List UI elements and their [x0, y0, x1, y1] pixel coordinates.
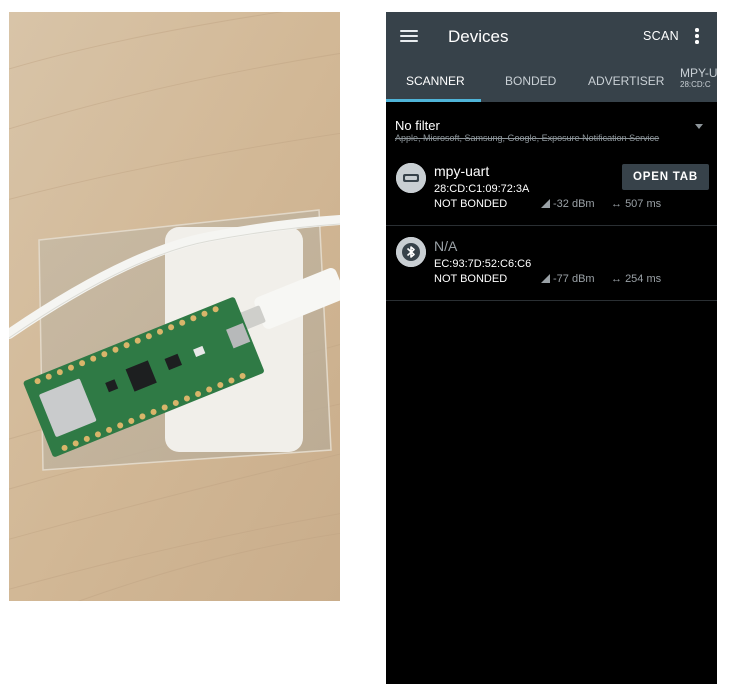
device-address: 28:CD:C1:09:72:3A [434, 183, 530, 195]
board-photo [9, 12, 340, 601]
interval-arrows-icon: ↔ [611, 273, 626, 285]
tab-advertiser[interactable]: ADVERTISER [588, 74, 664, 88]
device-rssi: -32 dBm [541, 198, 595, 210]
device-interval: ↔ 254 ms [611, 273, 661, 285]
tab-mpy-uart-address: 28:CD:C [680, 80, 711, 89]
device-bond-state: NOT BONDED [434, 198, 508, 210]
bluetooth-icon [396, 237, 426, 267]
device-interval: ↔ 507 ms [611, 198, 661, 210]
device-name: N/A [434, 238, 458, 254]
device-bond-state: NOT BONDED [434, 273, 508, 285]
tab-mpy-uart[interactable]: MPY-U 28:CD:C [680, 66, 717, 90]
more-vert-icon[interactable] [691, 28, 703, 46]
hamburger-menu-icon[interactable] [400, 27, 420, 45]
device-name: mpy-uart [434, 163, 490, 179]
device-rssi: -77 dBm [541, 273, 595, 285]
scan-filter[interactable]: No filter Apple, Microsoft, Samsung, Goo… [386, 102, 717, 150]
filter-excluded-list: Apple, Microsoft, Samsung, Google, Expos… [395, 133, 660, 143]
tab-bonded[interactable]: BONDED [505, 74, 556, 88]
tab-mpy-uart-label: MPY-U [680, 66, 717, 80]
app-bar: Devices SCAN SCANNER BONDED ADVERTISER M… [386, 12, 717, 102]
scan-button[interactable]: SCAN [643, 29, 679, 43]
usb-serial-icon [396, 163, 426, 193]
open-tab-button[interactable]: OPEN TAB [622, 164, 709, 190]
filter-title: No filter [395, 118, 440, 133]
device-list-item[interactable]: N/A EC:93:7D:52:C6:C6 NOT BONDED -77 dBm… [386, 226, 717, 301]
phone-screen: Devices SCAN SCANNER BONDED ADVERTISER M… [386, 12, 717, 684]
tab-scanner[interactable]: SCANNER [406, 74, 465, 88]
device-list-item[interactable]: mpy-uart 28:CD:C1:09:72:3A NOT BONDED -3… [386, 151, 717, 226]
signal-strength-icon [541, 274, 550, 283]
page-title: Devices [448, 27, 509, 46]
interval-arrows-icon: ↔ [611, 198, 626, 210]
device-rssi-value: -77 dBm [553, 273, 595, 285]
device-address: EC:93:7D:52:C6:C6 [434, 258, 532, 270]
signal-strength-icon [541, 199, 550, 208]
device-interval-value: 507 ms [625, 198, 662, 210]
dropdown-arrow-icon [695, 124, 703, 129]
device-interval-value: 254 ms [625, 273, 662, 285]
device-rssi-value: -32 dBm [553, 198, 595, 210]
